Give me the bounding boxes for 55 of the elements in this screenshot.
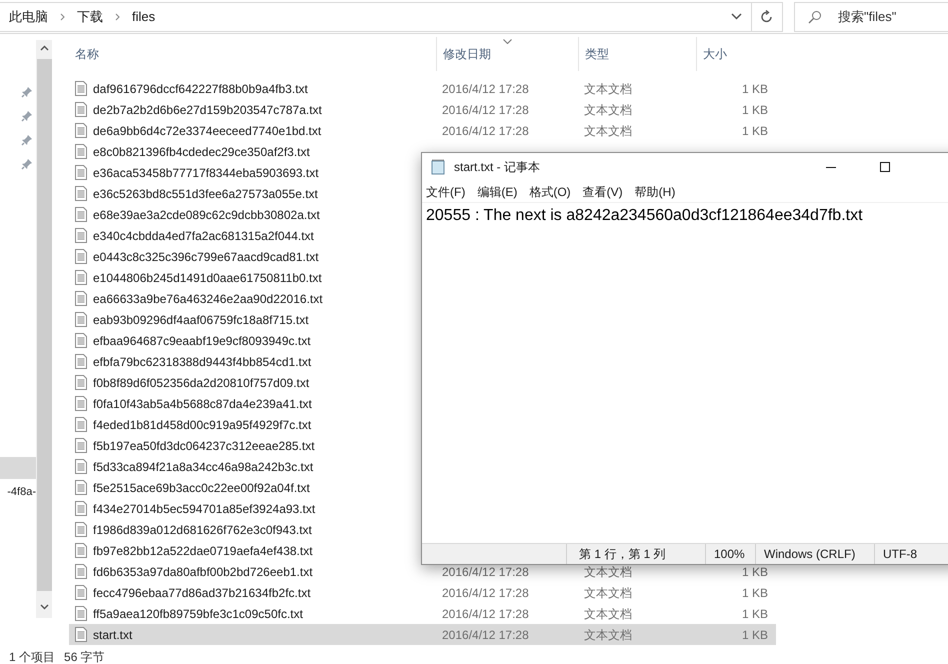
file-name: f4eded1b81d458d00c919a95f4929f7c.txt (93, 416, 312, 434)
file-name: fb97e82bb12a522dae0719aefa4ef438.txt (93, 542, 313, 560)
file-name: fecc4796ebaa77d86ad37b21634fb2fc.txt (93, 584, 311, 602)
modified-date: 2016/4/12 17:28 (441, 564, 530, 580)
window-title: start.txt - 记事本 (454, 159, 540, 176)
modified-date: 2016/4/12 17:28 (441, 80, 530, 98)
modified-date: 2016/4/12 17:28 (441, 626, 530, 644)
status-field: UTF-8 (874, 544, 948, 564)
file-name: f5e2515ace69b3acc0c22ee00f92a04f.txt (93, 480, 310, 496)
file-name: f1986d839a012d681626f762e3c0f943.txt (93, 522, 312, 538)
file-type: 文本文档 (583, 102, 633, 118)
modified-date: 2016/4/12 17:28 (441, 122, 530, 140)
file-name: e36aca53458b77717f8344eba5903693.txt (93, 164, 319, 182)
file-name: f5b197ea50fd3dc064237c312eeae285.txt (93, 438, 315, 454)
file-name: fd6b6353a97da80afbf00b2bd726eeb1.txt (93, 564, 313, 580)
status-field: 100% (705, 544, 755, 564)
file-name: de6a9bb6d4c72e3374eeceed7740e1bd.txt (93, 122, 322, 140)
file-name: e8c0b821396fb4cdedec29ce350af2f3.txt (93, 144, 310, 160)
modified-date: 2016/4/12 17:28 (441, 606, 530, 622)
file-size: 1 KB (740, 606, 768, 622)
file-name: e340c4cbdda4ed7fa2ac681315a2f044.txt (93, 228, 314, 244)
file-type: 文本文档 (583, 584, 633, 602)
file-name: e1044806b245d1491d0aae61750811b0.txt (93, 270, 322, 286)
file-size: 1 KB (740, 122, 768, 140)
file-type: 文本文档 (583, 626, 633, 644)
file-name: start.txt (93, 626, 132, 644)
file-name: e68e39ae3a2cde089c62c9dcbb30802a.txt (93, 206, 320, 224)
file-type: 文本文档 (583, 606, 633, 622)
status-text: 56 字节 (64, 651, 105, 663)
file-size: 1 KB (740, 102, 768, 118)
file-type: 文本文档 (583, 122, 633, 140)
file-size: 1 KB (740, 584, 768, 602)
file-type: 文本文档 (583, 80, 633, 98)
file-name: f0fa10f43ab5a4b5688c87da4e239a41.txt (93, 396, 312, 412)
file-type: 文本文档 (583, 564, 633, 580)
status-field: Windows (CRLF) (755, 544, 874, 564)
file-name: e36c5263bd8c551d3fee6a27573a055e.txt (93, 186, 318, 202)
file-name: f434e27014b5ec594701a85ef3924a93.txt (93, 500, 316, 518)
file-name: ea66633a9be76a463246e2aa90d22016.txt (93, 290, 323, 308)
status-text: 1 个项目 (9, 651, 56, 663)
file-size: 1 KB (740, 564, 768, 580)
modified-date: 2016/4/12 17:28 (441, 102, 530, 118)
modified-date: 2016/4/12 17:28 (441, 584, 530, 602)
file-name: efbfa79bc62318388d9443f4bb854cd1.txt (93, 354, 312, 370)
file-name: e0443c8c325c396c799e67aacd9cad81.txt (93, 248, 319, 266)
file-name: daf9616796dccf642227f88b0b9a4fb3.txt (93, 80, 308, 98)
file-name: de2b7a2b2d6b6e27d159b203547c787a.txt (93, 102, 322, 118)
file-name: eab93b09296df4aaf06759fc18a8f715.txt (93, 312, 309, 328)
file-name: ff5a9aea120fb89759bfe3c1c09c50fc.txt (93, 606, 303, 622)
file-size: 1 KB (740, 626, 768, 644)
file-name: f0b8f89d6f052356da2d20810f757d09.txt (93, 374, 310, 392)
file-size: 1 KB (740, 80, 768, 98)
file-name: efbaa964687c9eaabf19e9cf8093949c.txt (93, 332, 311, 350)
file-name: f5d33ca894f21a8a34cc46a98a242b3c.txt (93, 458, 314, 476)
status-field: 第 1 行，第 1 列 (566, 544, 705, 564)
